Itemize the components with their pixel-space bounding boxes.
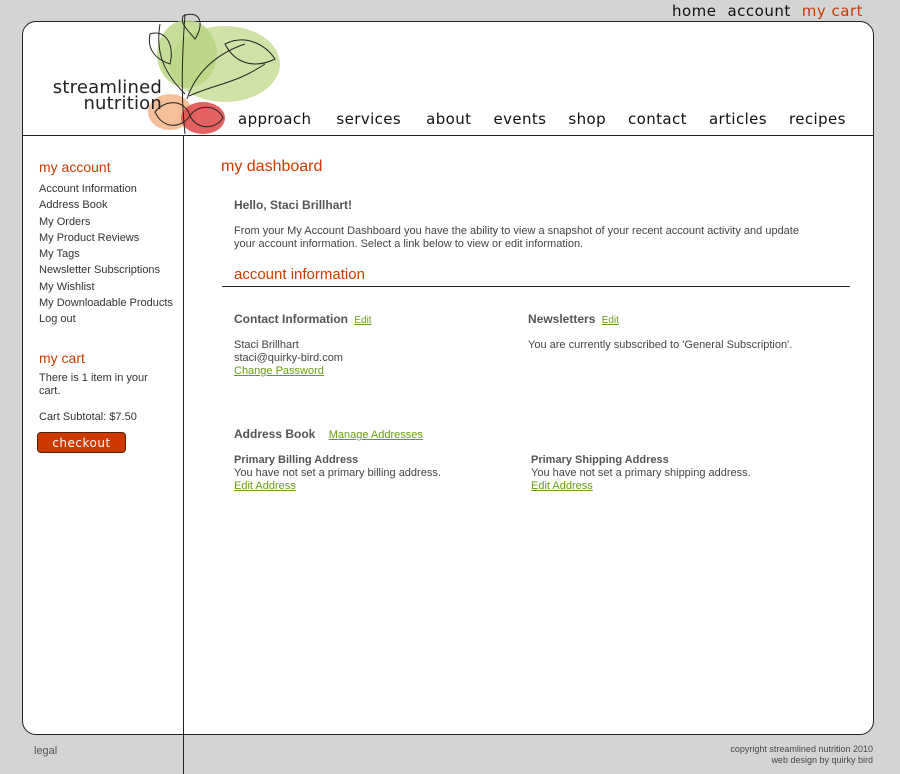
nav-services[interactable]: services [336,110,401,128]
sidebar-item-my-wishlist[interactable]: My Wishlist [39,279,179,295]
account-link[interactable]: account [727,2,790,20]
nav-recipes[interactable]: recipes [789,110,846,128]
nav-events[interactable]: events [493,110,546,128]
checkout-button[interactable]: checkout [37,432,126,453]
sidebar-item-address-book[interactable]: Address Book [39,197,179,213]
page-title: my dashboard [221,158,323,175]
newsletter-status: You are currently subscribed to 'General… [528,339,793,351]
nav-approach[interactable]: approach [238,110,311,128]
shipping-address-box: Primary Shipping Address You have not se… [531,454,811,493]
site-logo[interactable]: streamlined nutrition [34,79,162,114]
contact-information-title: Contact Information [234,312,348,326]
newsletters-title: Newsletters [528,312,596,326]
edit-newsletters-link[interactable]: Edit [602,315,619,326]
contact-email: staci@quirky-bird.com [234,352,343,364]
contact-name: Staci Brillhart [234,339,299,351]
intro-text: From your My Account Dashboard you have … [234,225,799,250]
sidebar-item-my-orders[interactable]: My Orders [39,214,179,230]
manage-addresses-link[interactable]: Manage Addresses [329,429,423,441]
sidebar-cart-heading: my cart [39,350,85,366]
account-heading-divider [222,286,850,287]
sidebar-item-newsletter-subscriptions[interactable]: Newsletter Subscriptions [39,262,179,278]
address-book-title: Address Book [234,427,316,441]
change-password-link[interactable]: Change Password [234,365,494,378]
address-book-header: Address Book Manage Addresses [234,427,423,441]
nav-shop[interactable]: shop [568,110,606,128]
sidebar-item-account-information[interactable]: Account Information [39,181,179,197]
billing-address-title: Primary Billing Address [234,454,359,466]
footer-credits: copyright streamlined nutrition 2010 web… [730,744,873,766]
my-cart-link[interactable]: my cart [802,2,863,20]
cart-subtotal: Cart Subtotal: $7.50 [39,411,137,423]
contact-information-box: Contact Information Edit Staci Brillhart… [234,312,494,378]
cart-item-count: There is 1 item in your cart. [39,372,148,397]
nav-about[interactable]: about [426,110,471,128]
billing-address-box: Primary Billing Address You have not set… [234,454,514,493]
design-credit: web design by quirky bird [771,755,873,765]
newsletters-box: Newsletters Edit You are currently subsc… [528,312,828,352]
billing-address-text: You have not set a primary billing addre… [234,467,441,479]
shipping-address-text: You have not set a primary shipping addr… [531,467,751,479]
account-sidebar: my account Account Information Address B… [39,159,179,328]
home-link[interactable]: home [672,2,717,20]
edit-shipping-address-link[interactable]: Edit Address [531,480,811,493]
sidebar-divider [183,136,184,774]
nav-contact[interactable]: contact [628,110,687,128]
sidebar-cart: my cart There is 1 item in your cart. Ca… [39,350,169,424]
sidebar-item-log-out[interactable]: Log out [39,311,179,327]
utility-nav: home account my cart [672,2,863,20]
sidebar-account-heading: my account [39,159,111,175]
account-information-heading: account information [234,266,365,283]
sidebar-item-product-reviews[interactable]: My Product Reviews [39,230,179,246]
logo-line-2: nutrition [83,93,162,114]
greeting: Hello, Staci Brillhart! [234,198,353,212]
edit-contact-link[interactable]: Edit [354,315,371,326]
main-nav: approach services about events shop cont… [238,110,846,128]
shipping-address-title: Primary Shipping Address [531,454,669,466]
legal-link[interactable]: legal [34,745,57,757]
copyright-text: copyright streamlined nutrition 2010 [730,744,873,754]
sidebar-item-downloadable-products[interactable]: My Downloadable Products [39,295,179,311]
edit-billing-address-link[interactable]: Edit Address [234,480,514,493]
nav-articles[interactable]: articles [709,110,767,128]
sidebar-item-my-tags[interactable]: My Tags [39,246,179,262]
